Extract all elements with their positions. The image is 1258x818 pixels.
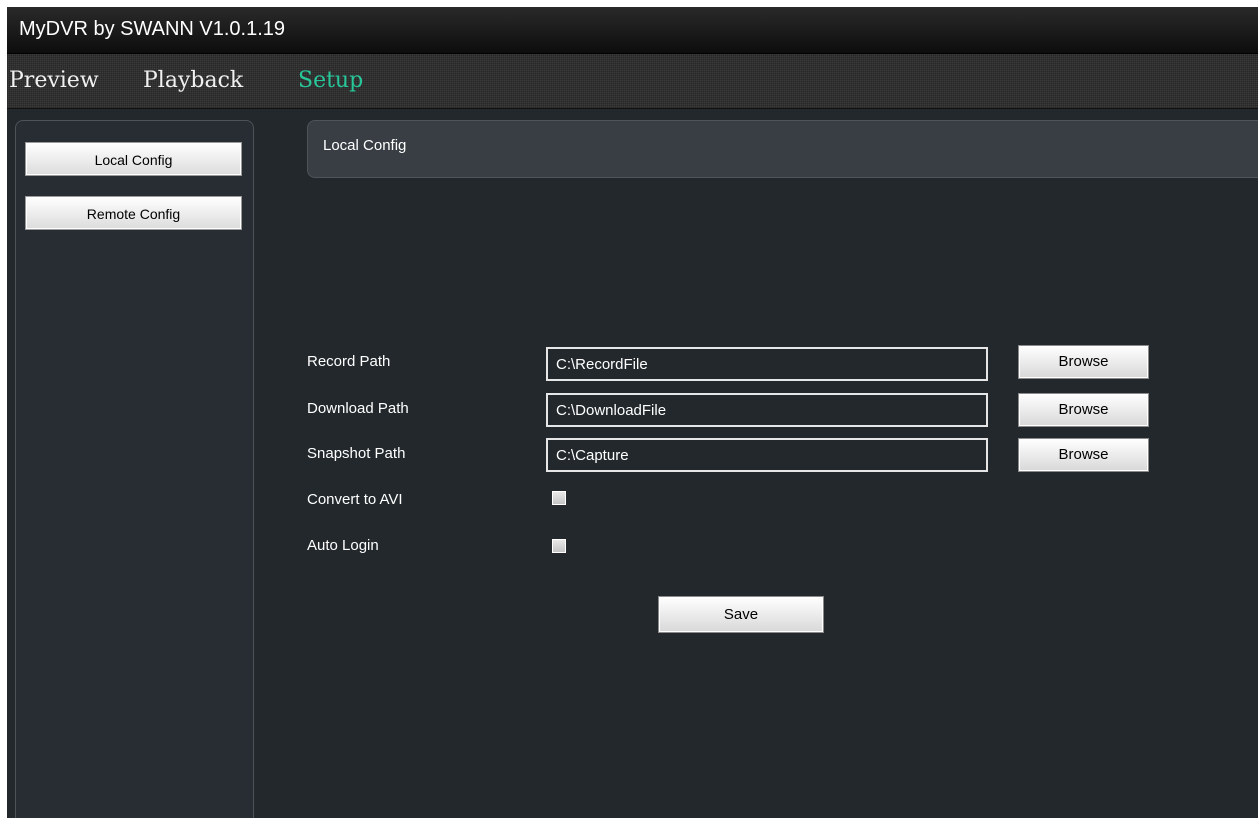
tab-setup[interactable]: Setup [298, 68, 363, 93]
save-button[interactable]: Save [658, 596, 824, 633]
section-header: Local Config [307, 120, 1258, 178]
section-title: Local Config [323, 137, 407, 154]
record-path-label: Record Path [307, 353, 391, 370]
snapshot-path-browse-button[interactable]: Browse [1018, 438, 1149, 472]
snapshot-path-label: Snapshot Path [307, 445, 406, 462]
main-nav: Preview Playback Setup [7, 54, 1258, 109]
snapshot-path-input[interactable] [546, 438, 988, 472]
sidebar-item-remote-config[interactable]: Remote Config [25, 196, 242, 230]
auto-login-label: Auto Login [307, 537, 379, 554]
record-path-browse-button[interactable]: Browse [1018, 345, 1149, 379]
app-window: MyDVR by SWANN V1.0.1.19 Preview Playbac… [7, 7, 1258, 818]
download-path-label: Download Path [307, 400, 409, 417]
tab-preview[interactable]: Preview [9, 68, 99, 93]
auto-login-checkbox[interactable] [552, 539, 566, 553]
title-bar: MyDVR by SWANN V1.0.1.19 [7, 7, 1258, 54]
convert-avi-label: Convert to AVI [307, 491, 403, 508]
tab-playback[interactable]: Playback [143, 68, 243, 93]
sidebar: Local Config Remote Config [15, 120, 254, 818]
download-path-input[interactable] [546, 393, 988, 427]
download-path-browse-button[interactable]: Browse [1018, 393, 1149, 427]
app-title: MyDVR by SWANN V1.0.1.19 [19, 18, 286, 40]
record-path-input[interactable] [546, 347, 988, 381]
sidebar-item-local-config[interactable]: Local Config [25, 142, 242, 176]
convert-avi-checkbox[interactable] [552, 491, 566, 505]
